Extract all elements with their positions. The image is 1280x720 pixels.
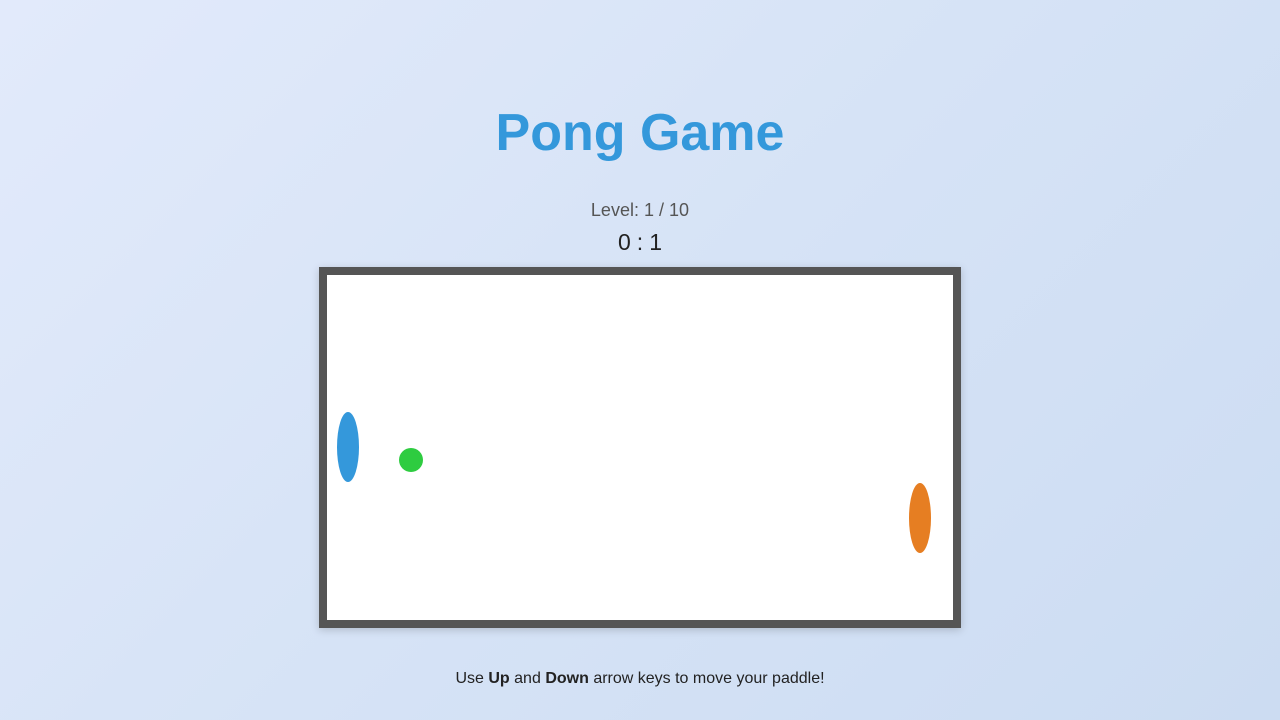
instructions-prefix: Use [455,670,484,687]
level-current: 1 [643,200,654,220]
instructions-suffix: arrow keys to move your paddle! [593,670,825,687]
instructions-middle: and [514,670,541,687]
up-key-label: Up [488,670,510,687]
level-separator: / [659,200,665,220]
down-key-label: Down [545,670,589,687]
page-title: Pong Game [495,104,785,162]
instructions-text: Use Up and Down arrow keys to move your … [0,669,1280,689]
player-paddle[interactable] [337,412,359,482]
level-label: Level: [590,200,639,220]
level-indicator: Level: 1 / 10 [0,199,1280,221]
scoreboard: 0:1 [0,229,1280,256]
ball [399,448,423,472]
level-total: 10 [669,200,690,220]
cpu-paddle [909,483,931,553]
player-score: 0 [618,229,631,255]
game-board[interactable] [319,267,961,628]
cpu-score: 1 [649,229,662,255]
score-separator: : [636,229,644,255]
